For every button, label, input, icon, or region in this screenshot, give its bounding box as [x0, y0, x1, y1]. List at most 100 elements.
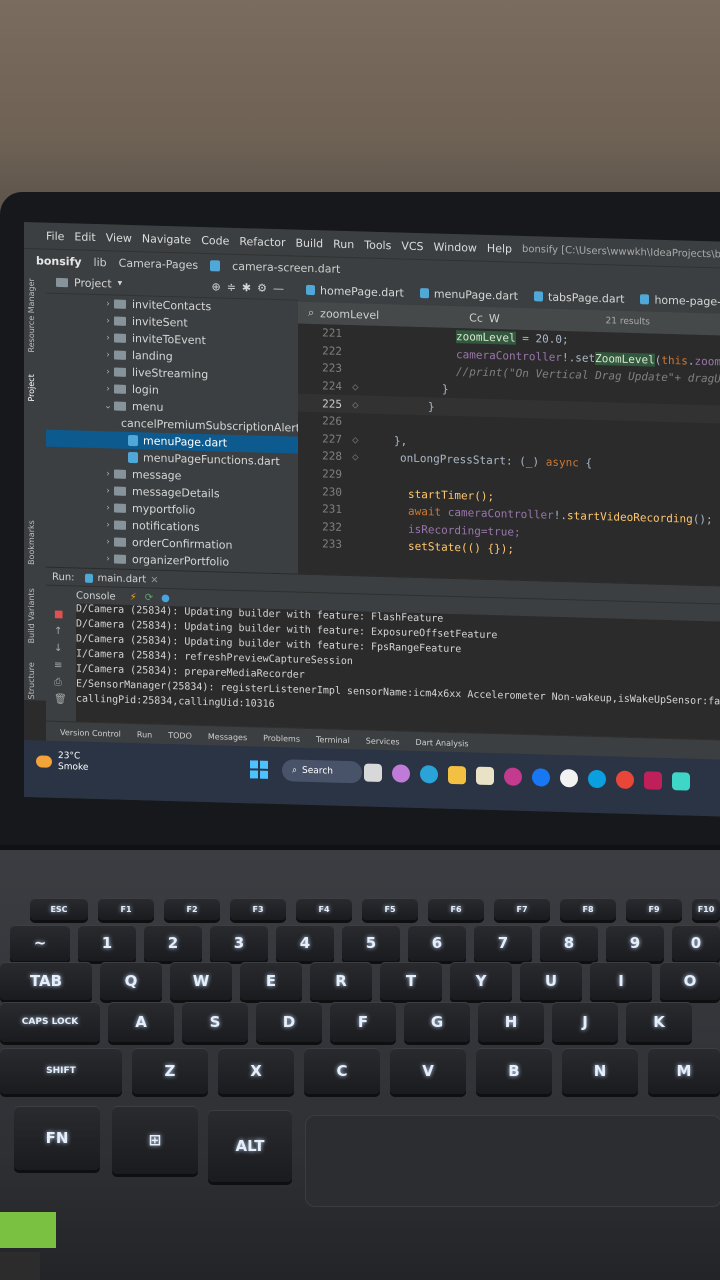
app-icon[interactable]: [504, 767, 522, 786]
key-9[interactable]: 9: [606, 925, 664, 961]
tool-todo[interactable]: TODO: [168, 731, 192, 741]
wrap-icon[interactable]: ≡: [54, 660, 76, 672]
key-7[interactable]: 7: [474, 925, 532, 961]
chevron-right-icon[interactable]: ›: [102, 299, 114, 309]
breadcrumb-project[interactable]: bonsify: [36, 254, 82, 268]
key-5[interactable]: 5: [342, 925, 400, 961]
key-4[interactable]: 4: [276, 925, 334, 961]
key-v[interactable]: V: [390, 1048, 466, 1094]
tool-dart-analysis[interactable]: Dart Analysis: [416, 737, 469, 747]
key-f9[interactable]: F9: [626, 898, 682, 920]
menu-view[interactable]: View: [106, 231, 132, 245]
key-f6[interactable]: F6: [428, 898, 484, 920]
run-tab-main[interactable]: main.dart: [98, 573, 147, 585]
chevron-right-icon[interactable]: ›: [102, 486, 114, 496]
code-editor[interactable]: 221 zoomLevel = 20.0; 222 cameraController…: [298, 323, 720, 586]
key-6[interactable]: 6: [408, 925, 466, 961]
key-n[interactable]: N: [562, 1048, 638, 1094]
key-f5[interactable]: F5: [362, 898, 418, 920]
menu-vcs[interactable]: VCS: [401, 239, 423, 253]
chevron-right-icon[interactable]: ›: [102, 503, 114, 513]
console-output[interactable]: D/Camera (25834): Updating builder with …: [76, 603, 720, 740]
key-a[interactable]: A: [108, 1002, 174, 1042]
key-q[interactable]: Q: [100, 962, 162, 1000]
tool-services[interactable]: Services: [366, 736, 400, 746]
find-case-toggle[interactable]: Cc: [469, 311, 483, 324]
android-studio-icon[interactable]: [644, 771, 662, 790]
side-tab-build-variants[interactable]: Build Variants: [27, 588, 36, 643]
skype-icon[interactable]: [588, 769, 606, 789]
tool-terminal[interactable]: Terminal: [316, 735, 350, 745]
key-d[interactable]: D: [256, 1002, 322, 1042]
app-icon[interactable]: [672, 772, 690, 791]
key-f7[interactable]: F7: [494, 898, 550, 920]
chevron-right-icon[interactable]: ›: [102, 350, 114, 360]
tab-menu-page[interactable]: menuPage.dart: [412, 281, 526, 308]
print-icon[interactable]: ⎙: [54, 677, 76, 689]
menu-window[interactable]: Window: [434, 240, 477, 254]
breadcrumb-file[interactable]: camera-screen.dart: [232, 259, 340, 275]
key-b[interactable]: B: [476, 1048, 552, 1094]
key-y[interactable]: Y: [450, 962, 512, 1000]
edge-icon[interactable]: [420, 765, 438, 784]
find-word-toggle[interactable]: W: [489, 311, 500, 324]
project-title[interactable]: Project: [74, 276, 112, 290]
key-f4[interactable]: F4: [296, 898, 352, 920]
chevron-right-icon[interactable]: ›: [102, 537, 114, 547]
menu-edit[interactable]: Edit: [74, 230, 95, 244]
chevron-right-icon[interactable]: ›: [102, 384, 114, 394]
taskbar-search[interactable]: ⌕ Search: [282, 759, 362, 784]
windows-start-icon[interactable]: [250, 760, 268, 779]
chevron-right-icon[interactable]: ›: [102, 469, 114, 479]
touchpad[interactable]: [305, 1115, 720, 1207]
menu-navigate[interactable]: Navigate: [142, 232, 191, 246]
find-input[interactable]: zoomLevel: [320, 307, 379, 322]
menu-build[interactable]: Build: [296, 236, 324, 250]
tool-run[interactable]: Run: [137, 730, 152, 739]
key--[interactable]: ~: [10, 925, 70, 961]
chrome-icon[interactable]: [616, 770, 634, 790]
chevron-right-icon[interactable]: ›: [102, 520, 114, 530]
key-f2[interactable]: F2: [164, 898, 220, 920]
key-alt[interactable]: ALT: [208, 1110, 292, 1182]
key-esc[interactable]: ESC: [30, 898, 88, 920]
key-o[interactable]: O: [660, 962, 720, 1000]
side-tab-project[interactable]: Project: [27, 374, 36, 402]
file-explorer-icon[interactable]: [364, 763, 382, 782]
lightning-icon[interactable]: ⚡: [130, 591, 137, 602]
arrow-down-icon[interactable]: ↓: [54, 643, 76, 655]
key-i[interactable]: I: [590, 962, 652, 1000]
facebook-icon[interactable]: [532, 768, 550, 787]
chat-icon[interactable]: [392, 764, 410, 783]
key-3[interactable]: 3: [210, 925, 268, 961]
weather-widget[interactable]: 23°C Smoke: [36, 750, 88, 773]
key-0[interactable]: 0: [672, 925, 720, 961]
tab-home-page-events[interactable]: home-page-events.d: [632, 287, 720, 314]
side-tab-bookmarks[interactable]: Bookmarks: [27, 520, 36, 565]
tool-version-control[interactable]: Version Control: [60, 728, 121, 739]
menu-run[interactable]: Run: [333, 237, 354, 251]
key-g[interactable]: G: [404, 1002, 470, 1042]
key-x[interactable]: X: [218, 1048, 294, 1094]
menu-file[interactable]: File: [46, 229, 64, 243]
key-caps-lock[interactable]: CAPS LOCK: [0, 1002, 100, 1042]
store-icon[interactable]: [476, 766, 494, 786]
chevron-down-icon[interactable]: ▾: [118, 279, 123, 289]
breadcrumb-lib[interactable]: lib: [94, 255, 107, 268]
key-f3[interactable]: F3: [230, 898, 286, 920]
key-t[interactable]: T: [380, 962, 442, 1000]
key-shift[interactable]: SHIFT: [0, 1048, 122, 1094]
chevron-right-icon[interactable]: ›: [102, 316, 114, 326]
tool-messages[interactable]: Messages: [208, 732, 247, 742]
chevron-right-icon[interactable]: ›: [102, 554, 114, 564]
menu-refactor[interactable]: Refactor: [239, 235, 285, 249]
key-windows[interactable]: ⊞: [112, 1106, 198, 1174]
key-u[interactable]: U: [520, 962, 582, 1000]
key-z[interactable]: Z: [132, 1048, 208, 1094]
app-icon[interactable]: [560, 768, 578, 788]
key-r[interactable]: R: [310, 962, 372, 1000]
key-fn[interactable]: FN: [14, 1106, 100, 1170]
key-f[interactable]: F: [330, 1002, 396, 1042]
console-tab[interactable]: Console: [76, 590, 116, 602]
chevron-right-icon[interactable]: ›: [102, 333, 114, 343]
